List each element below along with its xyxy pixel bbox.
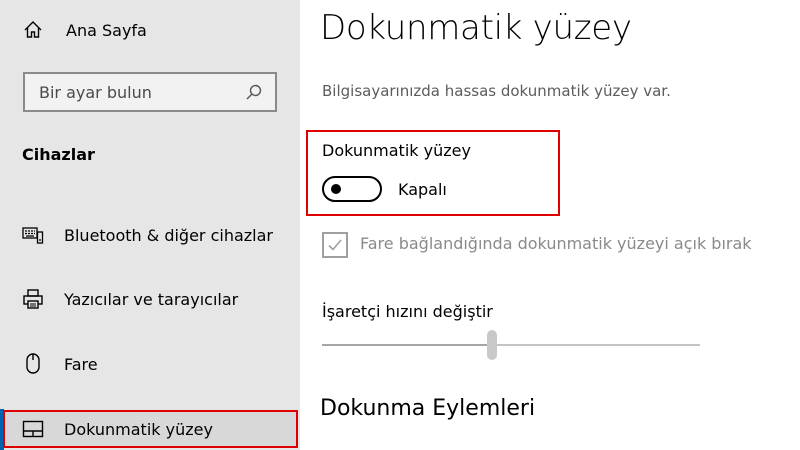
sidebar-item-label: Ana Sayfa	[66, 20, 147, 40]
touchpad-toggle-label: Dokunmatik yüzey	[322, 141, 471, 160]
sidebar: Ana Sayfa Cihazlar Bluetooth & diğer cih…	[0, 0, 300, 450]
leave-on-checkbox[interactable]	[322, 232, 348, 258]
pointer-speed-fill	[322, 344, 493, 346]
leave-on-checkbox-label: Fare bağlandığında dokunmatik yüzeyi açı…	[360, 234, 752, 253]
sidebar-item-label: Fare	[64, 354, 98, 374]
sidebar-item-bluetooth[interactable]: Bluetooth & diğer cihazlar	[0, 215, 300, 255]
taps-heading: Dokunma Eylemleri	[320, 396, 536, 421]
sidebar-item-label: Dokunmatik yüzey	[64, 419, 213, 439]
checkmark-icon	[328, 239, 342, 251]
main-content: Dokunmatik yüzey Bilgisayarınızda hassas…	[300, 0, 800, 450]
sidebar-item-printers[interactable]: Yazıcılar ve tarayıcılar	[0, 279, 300, 319]
bluetooth-devices-icon	[22, 224, 44, 246]
printer-icon	[22, 288, 44, 310]
sidebar-item-mouse[interactable]: Fare	[0, 344, 300, 384]
toggle-knob	[331, 184, 341, 194]
toggle-state-label: Kapalı	[398, 180, 447, 199]
home-icon	[22, 19, 44, 41]
search-field[interactable]	[23, 72, 277, 112]
touchpad-icon	[22, 418, 44, 440]
mouse-icon	[22, 353, 44, 375]
search-input[interactable]	[39, 82, 239, 102]
pointer-speed-thumb[interactable]	[487, 330, 498, 360]
touchpad-toggle[interactable]	[322, 176, 382, 202]
section-title: Cihazlar	[22, 145, 95, 164]
pointer-speed-label: İşaretçi hızını değiştir	[322, 302, 493, 321]
sidebar-item-label: Bluetooth & diğer cihazlar	[64, 225, 273, 245]
sidebar-item-touchpad[interactable]: Dokunmatik yüzey	[0, 409, 300, 449]
page-title: Dokunmatik yüzey	[320, 8, 632, 48]
sidebar-item-home[interactable]: Ana Sayfa	[0, 10, 300, 50]
touchpad-description: Bilgisayarınızda hassas dokunmatik yüzey…	[322, 82, 671, 100]
search-icon[interactable]	[245, 83, 263, 105]
sidebar-item-label: Yazıcılar ve tarayıcılar	[64, 289, 239, 309]
